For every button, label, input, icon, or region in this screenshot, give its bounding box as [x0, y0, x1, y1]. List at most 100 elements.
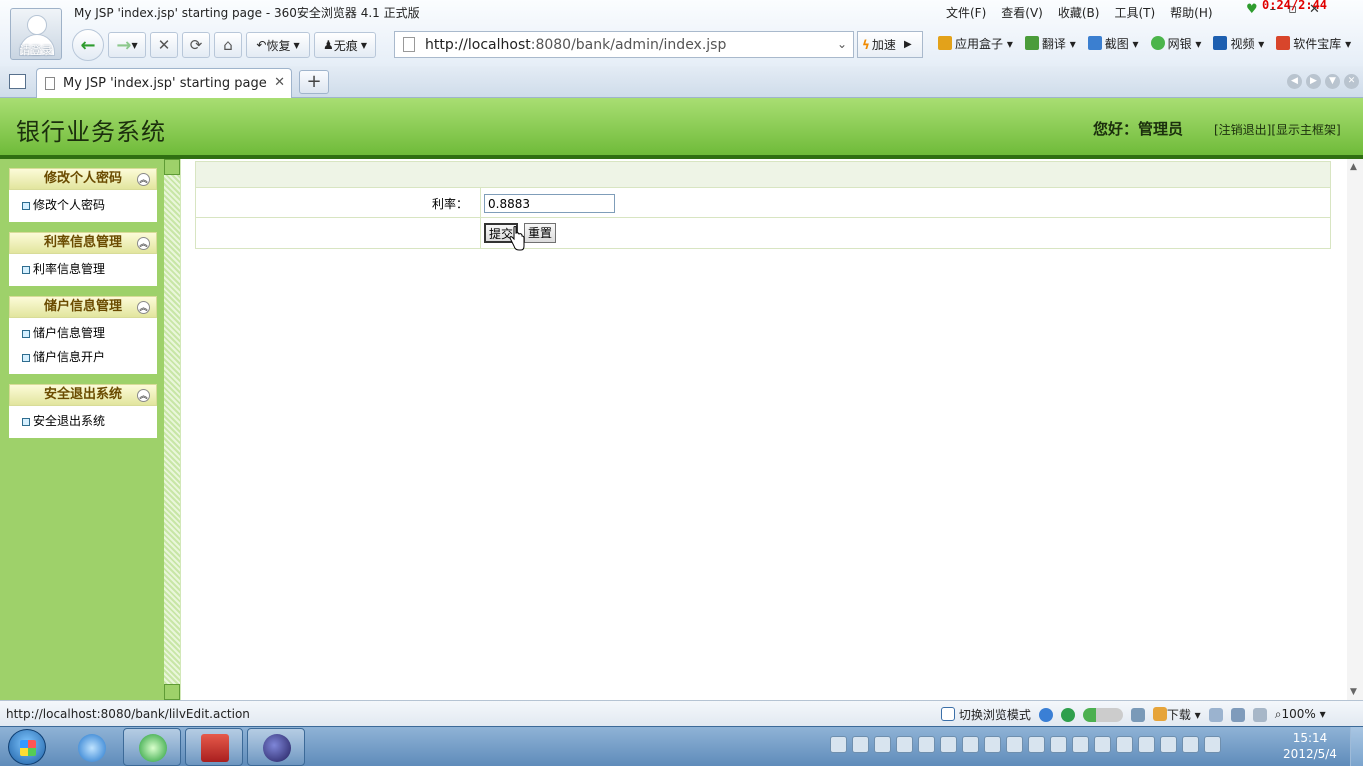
download-icon — [1152, 707, 1167, 721]
volume-icon[interactable] — [1204, 736, 1221, 753]
collapse-icon[interactable]: ︽ — [137, 173, 150, 186]
home-button[interactable]: ⌂ — [214, 32, 242, 58]
traceless-button[interactable]: ♟ 无痕 ▼ — [314, 32, 376, 58]
flag-icon[interactable] — [1138, 736, 1155, 753]
screenshot-icon — [1087, 36, 1102, 50]
ext-video[interactable]: 视频 ▾ — [1213, 35, 1264, 52]
calculator-icon[interactable] — [1130, 707, 1145, 722]
close-tab-icon[interactable]: ✕ — [274, 75, 285, 90]
status-bar: http://localhost:8080/bank/lilvEdit.acti… — [0, 700, 1363, 726]
new-tab-button[interactable]: + — [299, 70, 329, 94]
speed-button[interactable]: ϟ 加速 ▶ — [857, 31, 923, 58]
skin-icon[interactable]: ♥ — [1246, 2, 1258, 17]
tab-list-icon[interactable]: ▼ — [1325, 74, 1340, 89]
tray-icon[interactable] — [874, 736, 891, 753]
tray-icon[interactable] — [962, 736, 979, 753]
menu-help[interactable]: 帮助(H) — [1170, 4, 1212, 21]
video-icon — [1213, 36, 1228, 50]
window-icon[interactable] — [1230, 707, 1245, 722]
menu-group-header[interactable]: 利率信息管理 ︽ — [9, 232, 157, 254]
user-avatar[interactable]: 请登录 — [10, 8, 62, 60]
tray-icon[interactable] — [1116, 736, 1133, 753]
ext-translate[interactable]: 翻译 ▾ — [1024, 35, 1076, 52]
menu-view[interactable]: 查看(V) — [1001, 4, 1043, 21]
taskbar-toolbox[interactable] — [185, 728, 243, 766]
splitter-top-handle[interactable] — [164, 159, 180, 175]
menu-tools[interactable]: 工具(T) — [1114, 4, 1155, 21]
refresh-button[interactable]: ⟳ — [182, 32, 210, 58]
download-button[interactable]: 下载 ▾ — [1152, 706, 1201, 723]
tray-icon[interactable] — [1072, 736, 1089, 753]
shield-icon[interactable] — [940, 736, 957, 753]
taskbar-eclipse[interactable] — [247, 728, 305, 766]
ie-icon[interactable] — [1038, 707, 1053, 722]
menu-group-header[interactable]: 储户信息管理 ︽ — [9, 296, 157, 318]
tray-icon[interactable] — [896, 736, 913, 753]
chevron-down-icon[interactable]: ⌄ — [837, 37, 847, 51]
taskbar-clock[interactable]: 15:14 2012/5/4 — [1281, 730, 1339, 762]
ie-icon — [78, 734, 106, 762]
sidebar-item-rate-management[interactable]: 利率信息管理 — [9, 257, 157, 281]
forward-button[interactable]: → ▼ — [108, 32, 146, 58]
column-divider — [480, 218, 481, 248]
globe-icon[interactable] — [1060, 707, 1075, 722]
shield-icon[interactable] — [918, 736, 935, 753]
menu-group-header[interactable]: 安全退出系统 ︽ — [9, 384, 157, 406]
speaker-icon[interactable] — [1252, 707, 1267, 722]
tray-icon[interactable] — [984, 736, 1001, 753]
restore-button[interactable]: ↶ 恢复 ▼ — [246, 32, 310, 58]
gear-icon[interactable] — [1094, 736, 1111, 753]
zoom-control[interactable]: ⌕100% ▾ — [1275, 707, 1326, 722]
page-icon[interactable] — [1208, 707, 1223, 722]
show-desktop-button[interactable] — [1350, 727, 1363, 766]
toggle-icon[interactable] — [1082, 707, 1123, 722]
ext-banking[interactable]: 网银 ▾ — [1150, 35, 1201, 52]
frame-splitter[interactable] — [164, 159, 181, 700]
play-icon[interactable]: ▶ — [904, 39, 912, 50]
back-button[interactable]: ← — [72, 29, 104, 61]
sidebar-item-open-account[interactable]: 储户信息开户 — [9, 345, 157, 369]
splitter-bottom-handle[interactable] — [164, 684, 180, 700]
sidebar-item-change-password[interactable]: 修改个人密码 — [9, 193, 157, 217]
collapse-icon[interactable]: ︽ — [137, 389, 150, 402]
menu-file[interactable]: 文件(F) — [946, 4, 986, 21]
ext-software[interactable]: 软件宝库 ▾ — [1276, 35, 1351, 52]
sidebar-item-safe-exit[interactable]: 安全退出系统 — [9, 409, 157, 433]
reset-button[interactable]: 重置 — [524, 223, 557, 243]
scroll-up-icon[interactable]: ▲ — [1350, 162, 1357, 172]
menu-favorites[interactable]: 收藏(B) — [1058, 4, 1100, 21]
url-text[interactable]: http://localhost:8080/bank/admin/index.j… — [425, 37, 726, 53]
tab-prev-icon[interactable]: ◀ — [1287, 74, 1302, 89]
sidebar-toggle-icon[interactable] — [9, 74, 26, 89]
ext-app-box[interactable]: 应用盒子 ▾ — [938, 35, 1013, 52]
network-icon[interactable] — [1182, 736, 1199, 753]
app-title: 银行业务系统 — [16, 118, 166, 146]
tray-icon[interactable] — [1028, 736, 1045, 753]
ext-screenshot[interactable]: 截图 ▾ — [1087, 35, 1139, 52]
vertical-scrollbar[interactable]: ▲ ▼ — [1347, 159, 1363, 700]
tab-close-all-icon[interactable]: ✕ — [1344, 74, 1359, 89]
collapse-icon[interactable]: ︽ — [137, 237, 150, 250]
tray-icon[interactable] — [1160, 736, 1177, 753]
tray-icon[interactable] — [1050, 736, 1067, 753]
stop-icon: ✕ — [157, 36, 171, 54]
address-bar[interactable]: http://localhost:8080/bank/admin/index.j… — [394, 31, 854, 58]
collapse-icon[interactable]: ︽ — [137, 301, 150, 314]
keyboard-icon[interactable] — [830, 736, 847, 753]
tray-icon[interactable] — [1006, 736, 1023, 753]
stop-button[interactable]: ✕ — [150, 32, 178, 58]
menu-group-header[interactable]: 修改个人密码 ︽ — [9, 168, 157, 190]
rate-input[interactable] — [484, 194, 615, 213]
tray-icon[interactable] — [852, 736, 869, 753]
logout-link[interactable]: [注销退出] — [1214, 123, 1271, 137]
taskbar-360-browser[interactable] — [123, 728, 181, 766]
scroll-down-icon[interactable]: ▼ — [1350, 687, 1357, 697]
sidebar-item-depositor-management[interactable]: 储户信息管理 — [9, 321, 157, 345]
undo-icon: ↶ — [256, 38, 267, 52]
tab-index-page[interactable]: My JSP 'index.jsp' starting page ✕ — [36, 68, 292, 98]
start-button[interactable] — [8, 729, 46, 765]
tab-next-icon[interactable]: ▶ — [1306, 74, 1321, 89]
taskbar-ie[interactable] — [62, 728, 120, 766]
show-frame-link[interactable]: [显示主框架] — [1271, 123, 1340, 137]
browse-mode-button[interactable]: 切换浏览模式 — [941, 706, 1031, 723]
